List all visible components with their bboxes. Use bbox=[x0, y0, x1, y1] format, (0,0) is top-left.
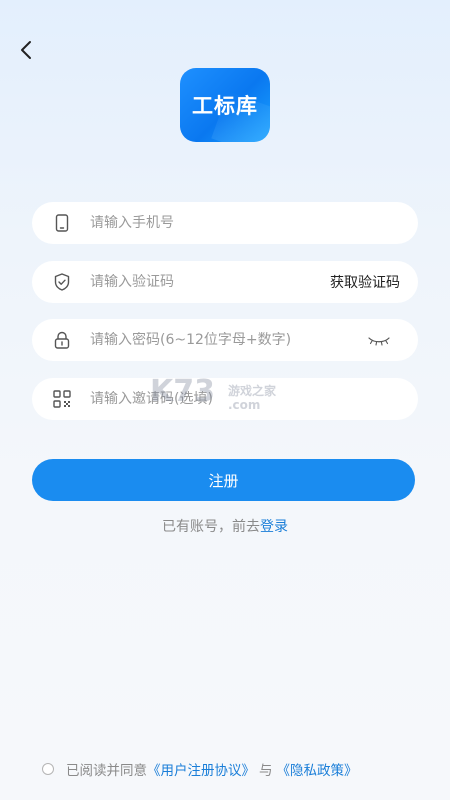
get-code-button[interactable]: 获取验证码 bbox=[330, 272, 400, 292]
password-input[interactable] bbox=[90, 332, 368, 348]
login-prompt-text: 已有账号，前去 bbox=[162, 519, 260, 535]
back-button[interactable] bbox=[12, 36, 40, 64]
login-link[interactable]: 登录 bbox=[260, 519, 288, 535]
phone-icon bbox=[52, 213, 72, 233]
shield-check-icon bbox=[52, 272, 72, 292]
lock-icon bbox=[52, 330, 72, 350]
verification-code-field[interactable]: 获取验证码 bbox=[32, 261, 418, 303]
register-button[interactable]: 注册 bbox=[32, 459, 415, 501]
password-field[interactable] bbox=[32, 319, 418, 361]
agreement-conjunction: 与 bbox=[259, 763, 273, 779]
invite-code-input[interactable] bbox=[90, 391, 400, 407]
login-prompt: 已有账号，前去登录 bbox=[0, 516, 450, 536]
phone-field[interactable] bbox=[32, 202, 418, 244]
agreement-row: 已阅读并同意 《用户注册协议》 与 《隐私政策》 bbox=[42, 759, 358, 779]
register-button-label: 注册 bbox=[208, 471, 239, 490]
privacy-policy-link[interactable]: 《隐私政策》 bbox=[277, 759, 358, 779]
logo-text: 工标库 bbox=[192, 94, 258, 118]
user-agreement-link[interactable]: 《用户注册协议》 bbox=[147, 759, 255, 779]
agreement-prefix: 已阅读并同意 bbox=[66, 763, 147, 779]
qr-code-icon bbox=[52, 389, 72, 409]
app-logo: 工标库 bbox=[180, 68, 270, 142]
agreement-radio[interactable] bbox=[42, 763, 54, 775]
eye-closed-icon[interactable] bbox=[368, 331, 390, 350]
phone-input[interactable] bbox=[90, 215, 400, 231]
verification-code-input[interactable] bbox=[90, 274, 330, 290]
invite-code-field[interactable] bbox=[32, 378, 418, 420]
chevron-left-icon bbox=[21, 41, 31, 59]
